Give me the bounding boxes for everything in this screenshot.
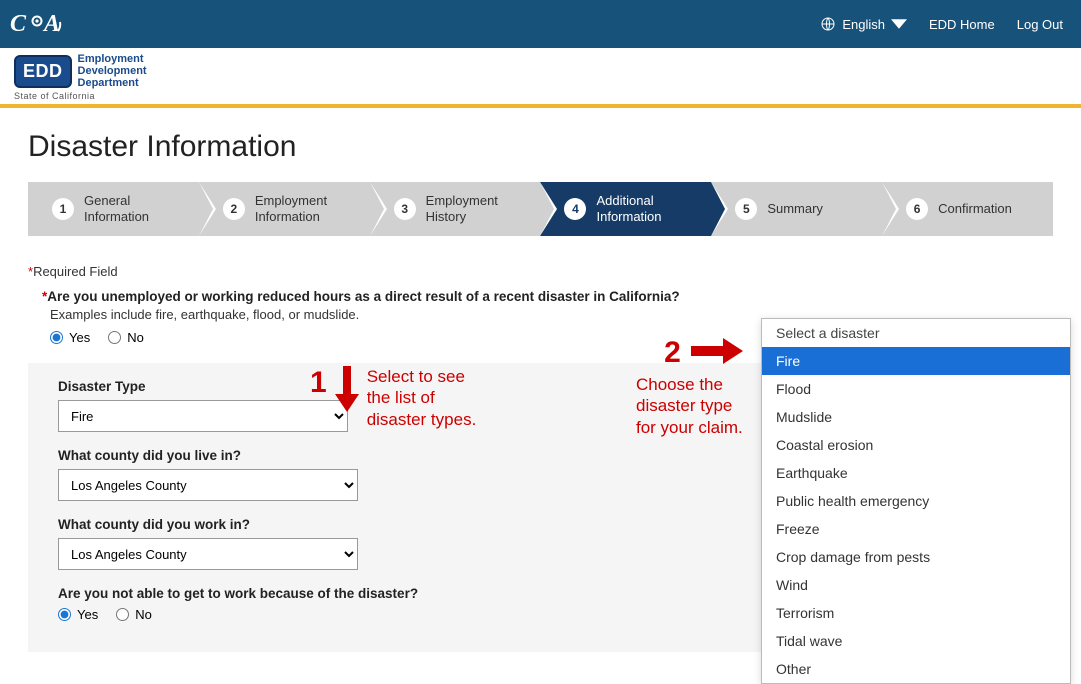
disaster-type-listbox[interactable]: Select a disasterFireFloodMudslideCoasta… <box>761 318 1071 684</box>
radio-unemployed-no[interactable]: No <box>108 330 144 345</box>
listbox-option[interactable]: Tidal wave <box>762 627 1070 655</box>
step-general-information[interactable]: 1 General Information <box>28 182 199 236</box>
edd-logo: EDD Employment Development Department St… <box>14 53 147 101</box>
top-bar: C A English EDD Home Log Out <box>0 0 1081 48</box>
listbox-option[interactable]: Coastal erosion <box>762 431 1070 459</box>
svg-text:C: C <box>10 11 27 37</box>
listbox-option[interactable]: Fire <box>762 347 1070 375</box>
progress-steps: 1 General Information 2 Employment Infor… <box>28 182 1053 236</box>
listbox-option[interactable]: Wind <box>762 571 1070 599</box>
chevron-down-icon <box>891 16 907 32</box>
radio-unemployed-yes[interactable]: Yes <box>50 330 90 345</box>
listbox-option[interactable]: Other <box>762 655 1070 683</box>
listbox-option[interactable]: Freeze <box>762 515 1070 543</box>
listbox-option[interactable]: Public health emergency <box>762 487 1070 515</box>
listbox-option[interactable]: Select a disaster <box>762 319 1070 347</box>
edd-home-link[interactable]: EDD Home <box>929 17 995 32</box>
radio-unable-yes[interactable]: Yes <box>58 607 98 622</box>
language-label: English <box>842 17 885 32</box>
logo-band: EDD Employment Development Department St… <box>0 48 1081 108</box>
step-summary[interactable]: 5 Summary <box>711 182 882 236</box>
logout-link[interactable]: Log Out <box>1017 17 1063 32</box>
page-title: Disaster Information <box>28 130 1053 164</box>
listbox-option[interactable]: Mudslide <box>762 403 1070 431</box>
edd-text: Employment Development Department <box>78 53 147 89</box>
ca-gov-logo-icon: C A <box>10 7 66 41</box>
edd-mark: EDD <box>14 55 72 88</box>
listbox-option[interactable]: Terrorism <box>762 599 1070 627</box>
listbox-option[interactable]: Crop damage from pests <box>762 543 1070 571</box>
county-work-select[interactable]: Los Angeles County <box>58 538 358 570</box>
step-employment-information[interactable]: 2 Employment Information <box>199 182 370 236</box>
required-field-note: *Required Field <box>28 264 1053 279</box>
county-live-select[interactable]: Los Angeles County <box>58 469 358 501</box>
step-confirmation[interactable]: 6 Confirmation <box>882 182 1053 236</box>
listbox-option[interactable]: Flood <box>762 375 1070 403</box>
ca-gov-logo: C A <box>10 7 66 41</box>
listbox-option[interactable]: Earthquake <box>762 459 1070 487</box>
svg-text:A: A <box>42 11 60 37</box>
question-unemployed: *Are you unemployed or working reduced h… <box>42 289 1053 304</box>
disaster-type-select[interactable]: Fire <box>58 400 348 432</box>
step-employment-history[interactable]: 3 Employment History <box>370 182 541 236</box>
edd-subtext: State of California <box>14 91 147 101</box>
globe-icon <box>820 16 836 32</box>
radio-unable-no[interactable]: No <box>116 607 152 622</box>
step-additional-information[interactable]: 4 Additional Information <box>540 182 711 236</box>
language-selector[interactable]: English <box>820 16 907 32</box>
